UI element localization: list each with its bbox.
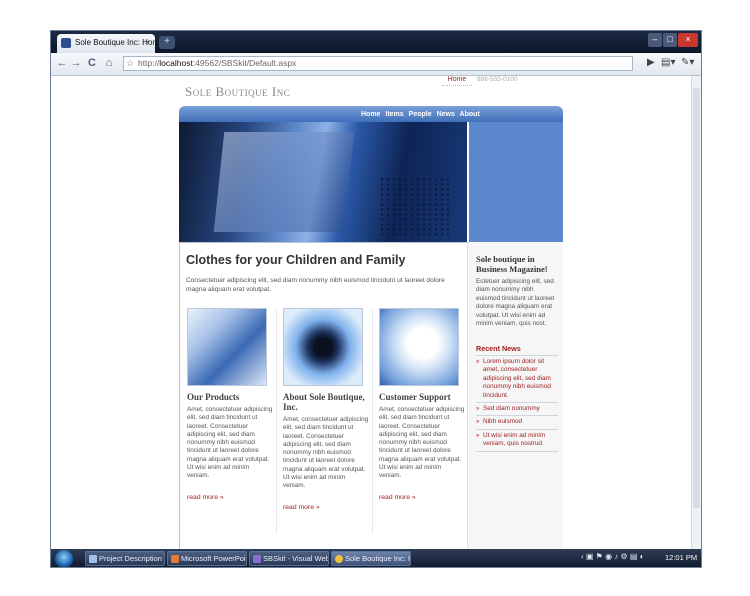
- url-path: :49562/SBSkit/Default.aspx: [192, 58, 297, 68]
- hero-dots-pattern: [379, 177, 449, 237]
- maximize-button[interactable]: □: [663, 33, 677, 47]
- nav-people[interactable]: People: [409, 111, 432, 118]
- taskbar-item-active[interactable]: Sole Boutique Inc: H...: [331, 551, 411, 566]
- column-body: Amet, consectetuer adipiscing elit, sed …: [187, 406, 273, 480]
- column-body: Amet, consectetuer adipiscing elit, sed …: [379, 406, 465, 480]
- taskbar: Project Description ... Microsoft PowerP…: [51, 549, 701, 567]
- support-image[interactable]: [379, 308, 459, 386]
- taskbar-item-label: Project Description ...: [99, 554, 165, 563]
- sidebar-title: Sole boutique in Business Magazine!: [476, 254, 548, 274]
- wrench-menu-icon[interactable]: ✎▾: [681, 57, 694, 68]
- products-image[interactable]: [187, 308, 267, 386]
- minimize-button[interactable]: –: [648, 33, 662, 47]
- close-button[interactable]: ×: [678, 33, 698, 47]
- taskbar-item-label: Sole Boutique Inc: H...: [345, 554, 410, 563]
- column-body: Amet, consectetuer adipiscing elit, sed …: [283, 416, 369, 490]
- clock[interactable]: 12:01 PM: [665, 553, 697, 562]
- url-host: localhost: [159, 58, 193, 68]
- nav-news[interactable]: News: [437, 111, 455, 118]
- read-more-link[interactable]: read more »: [283, 504, 320, 511]
- news-item[interactable]: Nibh euismod: [476, 416, 558, 430]
- top-home-link[interactable]: Home: [442, 76, 472, 86]
- recent-news-heading: Recent News: [476, 344, 521, 353]
- news-item[interactable]: Lorem ipsum dolor sit amet, consectetuer…: [476, 356, 558, 404]
- column-title: Customer Support: [379, 392, 451, 402]
- hero-screen-shape: [213, 132, 355, 232]
- home-icon[interactable]: ⌂: [102, 56, 116, 71]
- main-navigation: Home Items People News About: [361, 111, 483, 118]
- tab-close-icon[interactable]: ×: [145, 38, 150, 47]
- website: Home 888-555-0100 Sole Boutique Inc Home…: [179, 76, 563, 549]
- system-tray-icons[interactable]: ‹ ▣ ⚑ ◉ ♪ ⚙ ▤ ◐: [581, 552, 645, 561]
- browser-tab[interactable]: Sole Boutique Inc: Home ×: [57, 34, 155, 53]
- go-arrow-icon[interactable]: ▶: [647, 57, 655, 68]
- taskbar-item[interactable]: Microsoft PowerPoi...: [167, 551, 247, 566]
- new-tab-button[interactable]: +: [159, 36, 175, 49]
- taskbar-item-label: SBSkit - Visual Web ...: [263, 554, 329, 563]
- column-title: About Sole Boutique, Inc.: [283, 392, 365, 412]
- forward-arrow-icon[interactable]: →: [69, 56, 83, 71]
- hero-image: [179, 122, 467, 242]
- taskbar-item[interactable]: Project Description ...: [85, 551, 165, 566]
- browser-window: Sole Boutique Inc: Home × + – □ × ← → C …: [50, 30, 702, 568]
- column-divider: [276, 308, 278, 533]
- start-button[interactable]: [55, 550, 73, 567]
- title-bar: Sole Boutique Inc: Home × + – □ ×: [51, 31, 701, 53]
- window-controls: – □ ×: [648, 33, 698, 47]
- intro-text: Consectetuer adipiscing elit, sed diam n…: [186, 277, 445, 293]
- about-image[interactable]: [283, 308, 363, 386]
- taskbar-item-label: Microsoft PowerPoi...: [181, 554, 247, 563]
- page-menu-icon[interactable]: ▤▾: [661, 57, 675, 68]
- reload-icon[interactable]: C: [85, 56, 99, 71]
- page-headline: Clothes for your Children and Family: [186, 253, 406, 267]
- page-viewport: Home 888-555-0100 Sole Boutique Inc Home…: [51, 76, 691, 549]
- scrollbar-thumb[interactable]: [693, 88, 700, 508]
- address-bar[interactable]: ☆ http://localhost:49562/SBSkit/Default.…: [123, 56, 633, 71]
- visual-studio-icon: [253, 555, 261, 563]
- hero-side-panel: [469, 122, 563, 242]
- nav-items[interactable]: Items: [385, 111, 403, 118]
- document-icon: [89, 555, 97, 563]
- back-arrow-icon[interactable]: ←: [55, 56, 69, 71]
- url-prefix: http://: [138, 58, 160, 68]
- powerpoint-icon: [171, 555, 179, 563]
- tab-title: Sole Boutique Inc: Home: [75, 38, 155, 47]
- read-more-link[interactable]: read more »: [379, 494, 416, 501]
- browser-toolbar: ← → C ⌂ ☆ http://localhost:49562/SBSkit/…: [51, 53, 701, 76]
- news-item[interactable]: Ut wisi enim ad minim veniam, quis nostr…: [476, 430, 558, 452]
- nav-home[interactable]: Home: [361, 111, 380, 118]
- column-divider: [372, 308, 374, 533]
- read-more-link[interactable]: read more »: [187, 494, 224, 501]
- column-title: Our Products: [187, 392, 240, 402]
- sidebar-text: Ectetuer adipiscing elit, sed diam nonum…: [476, 278, 555, 328]
- recent-news-list: Lorem ipsum dolor sit amet, consectetuer…: [476, 355, 558, 452]
- news-item[interactable]: Sed diam nonummy: [476, 403, 558, 417]
- bookmark-star-icon[interactable]: ☆: [126, 57, 134, 70]
- vertical-scrollbar[interactable]: [691, 76, 701, 549]
- site-logo[interactable]: Sole Boutique Inc: [185, 84, 290, 100]
- nav-about[interactable]: About: [460, 111, 480, 118]
- favicon-icon: [61, 38, 71, 48]
- phone-number: 888-555-0100: [477, 76, 518, 83]
- taskbar-item[interactable]: SBSkit - Visual Web ...: [249, 551, 329, 566]
- chrome-icon: [335, 555, 343, 563]
